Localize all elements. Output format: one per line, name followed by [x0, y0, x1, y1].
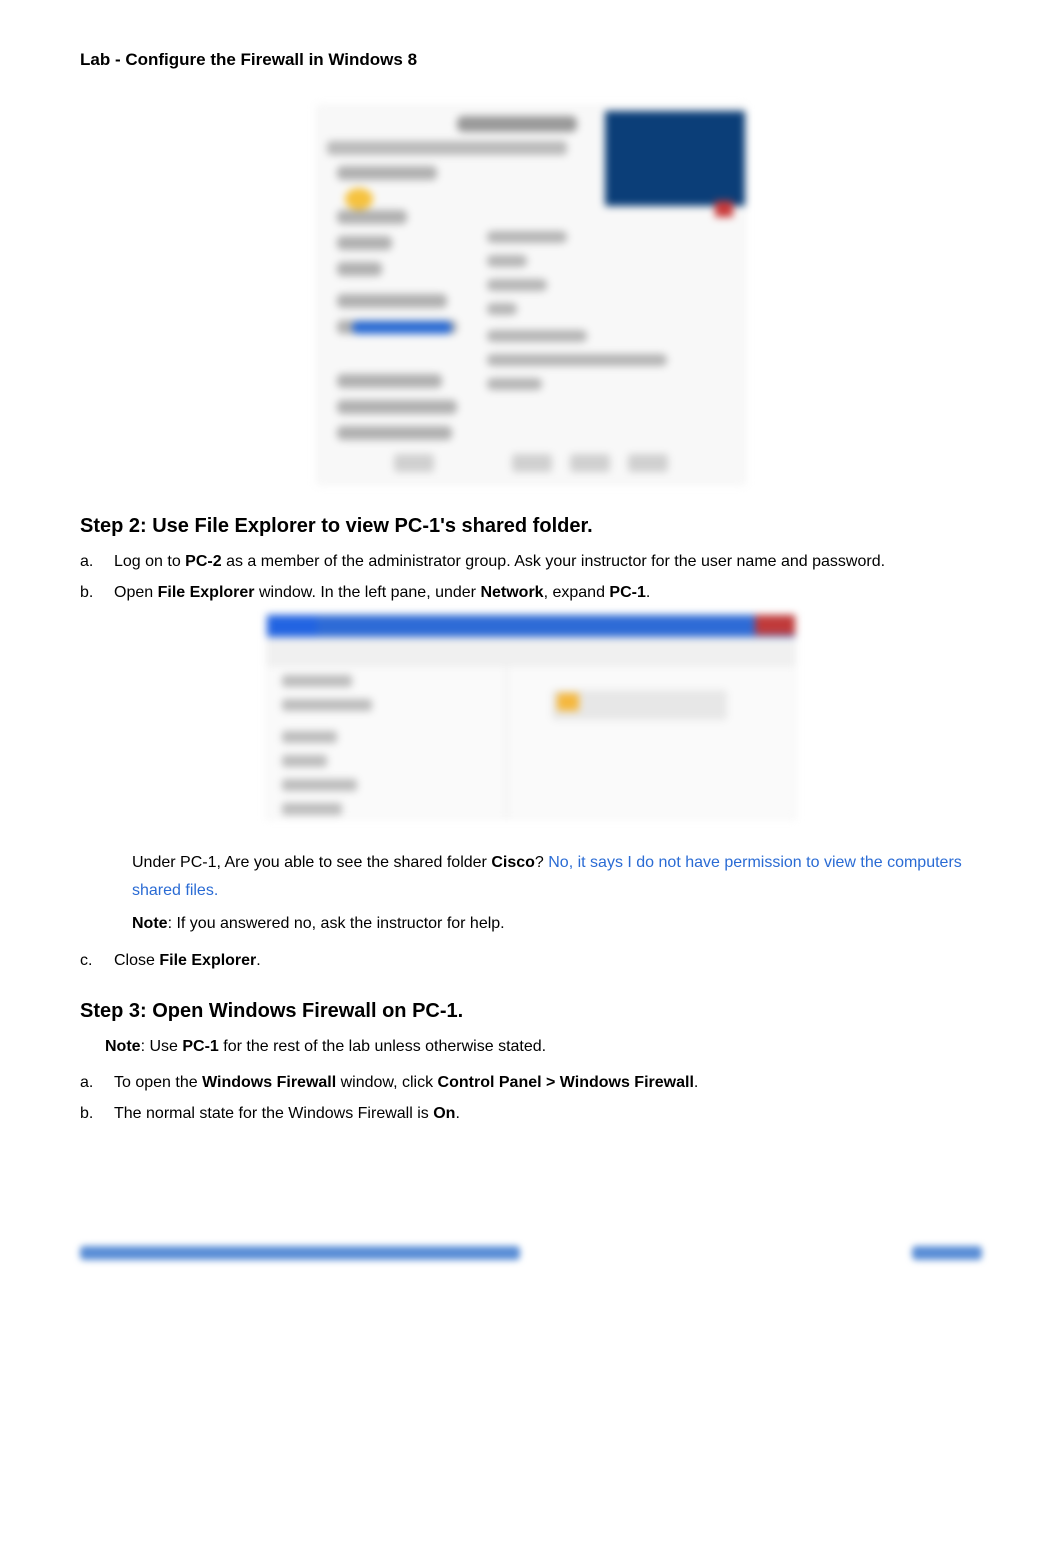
bold-text: PC-2 [185, 553, 221, 570]
figure-2-container [80, 614, 982, 819]
text: . [455, 1105, 459, 1122]
page-footer [80, 1246, 982, 1260]
text: as a member of the administrator group. … [222, 553, 885, 570]
step3-item-b: b. The normal state for the Windows Fire… [80, 1102, 982, 1125]
bold-text: File Explorer [159, 952, 256, 969]
step-3-heading: Step 3: Open Windows Firewall on PC-1. [80, 1000, 982, 1023]
step2-note: Note: If you answered no, ask the instru… [132, 910, 982, 937]
text: ? [535, 854, 548, 871]
bold-text: On [433, 1105, 455, 1122]
bold-text: Control Panel > Windows Firewall [438, 1074, 694, 1091]
bold-text: File Explorer [158, 584, 255, 601]
text: Open [114, 584, 158, 601]
step3-item-a: a. To open the Windows Firewall window, … [80, 1071, 982, 1094]
bold-text: PC-1 [182, 1038, 218, 1055]
list-body: Close File Explorer. [114, 949, 982, 972]
text: To open the [114, 1074, 202, 1091]
text: Log on to [114, 553, 185, 570]
step2-item-c: c. Close File Explorer. [80, 949, 982, 972]
list-body: To open the Windows Firewall window, cli… [114, 1071, 982, 1094]
bold-text: Windows Firewall [202, 1074, 336, 1091]
bold-text: Cisco [491, 854, 535, 871]
question-text: Under PC-1, Are you able to see the shar… [132, 854, 491, 871]
text: . [694, 1074, 698, 1091]
bold-text: Network [480, 584, 543, 601]
list-letter: b. [80, 581, 94, 604]
list-letter: a. [80, 550, 94, 573]
list-letter: c. [80, 949, 94, 972]
list-body: The normal state for the Windows Firewal… [114, 1102, 982, 1125]
text: window. In the left pane, under [255, 584, 481, 601]
text: for the rest of the lab unless otherwise… [219, 1038, 546, 1055]
text: window, click [336, 1074, 437, 1091]
step2-item-b: b. Open File Explorer window. In the lef… [80, 581, 982, 604]
note-label: Note [105, 1038, 141, 1055]
list-body: Log on to PC-2 as a member of the admini… [114, 550, 982, 573]
text: , expand [544, 584, 610, 601]
note-text: : If you answered no, ask the instructor… [168, 915, 505, 932]
text: . [646, 584, 650, 601]
list-letter: b. [80, 1102, 94, 1125]
step-2-heading: Step 2: Use File Explorer to view PC-1's… [80, 515, 982, 538]
step2-item-a: a. Log on to PC-2 as a member of the adm… [80, 550, 982, 573]
bold-text: PC-1 [609, 584, 645, 601]
note-label: Note [132, 915, 168, 932]
step2-question-block: Under PC-1, Are you able to see the shar… [132, 849, 982, 903]
text: Close [114, 952, 159, 969]
footer-left-blurred [80, 1246, 520, 1260]
text: : Use [141, 1038, 183, 1055]
step3-note: Note: Use PC-1 for the rest of the lab u… [105, 1035, 982, 1059]
figure-1-blurred-screenshot [316, 105, 746, 485]
text: The normal state for the Windows Firewal… [114, 1105, 433, 1122]
figure-2-blurred-screenshot [266, 614, 796, 819]
list-letter: a. [80, 1071, 94, 1094]
footer-right-blurred [912, 1246, 982, 1260]
figure-1-container [80, 105, 982, 485]
document-header: Lab - Configure the Firewall in Windows … [80, 50, 982, 70]
list-body: Open File Explorer window. In the left p… [114, 581, 982, 604]
text: . [256, 952, 260, 969]
